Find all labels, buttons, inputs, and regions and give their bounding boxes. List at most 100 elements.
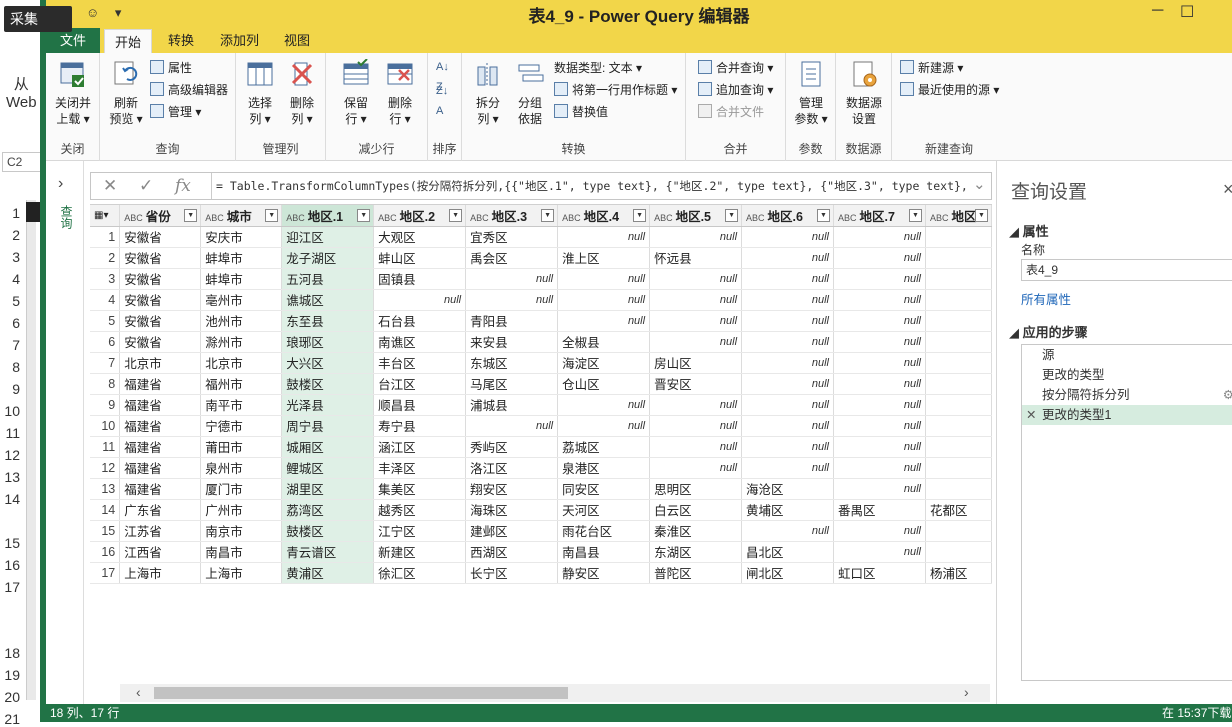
table-cell[interactable]: 集美区 (373, 478, 467, 500)
merge-queries-button[interactable]: 合并查询 ▾ (698, 58, 773, 78)
table-cell[interactable]: null (465, 268, 559, 290)
query-name-input[interactable]: 表4_9 (1021, 259, 1232, 281)
table-cell[interactable]: null (649, 436, 743, 458)
row-number[interactable]: 7 (90, 352, 121, 374)
table-cell[interactable]: 丰泽区 (373, 457, 467, 479)
table-cell[interactable]: 晋安区 (649, 373, 743, 395)
scroll-right-arrow[interactable]: › (964, 684, 969, 700)
table-cell[interactable]: 普陀区 (649, 562, 743, 584)
table-cell[interactable]: 蚌埠市 (200, 268, 283, 290)
table-cell[interactable]: null (833, 520, 926, 542)
maximize-button[interactable]: ☐ (1180, 2, 1194, 22)
table-cell[interactable]: 南昌市 (200, 541, 283, 563)
table-cell[interactable] (925, 520, 992, 542)
group-by-button[interactable]: 分组 依据 (510, 59, 550, 127)
expand-queries-button[interactable]: › (58, 175, 63, 193)
table-cell[interactable] (925, 394, 992, 416)
table-cell[interactable] (925, 247, 992, 269)
row-number[interactable]: 11 (90, 436, 121, 458)
column-header[interactable]: ABC 地区.7 ▼ (833, 205, 926, 227)
row-number[interactable]: 13 (90, 478, 121, 500)
table-cell[interactable] (925, 331, 992, 353)
table-cell[interactable]: 黄埔区 (741, 499, 834, 521)
column-header[interactable]: ABC 城市 ▼ (200, 205, 283, 227)
text-type-icon[interactable]: ABC (205, 213, 224, 223)
table-cell[interactable]: null (373, 289, 467, 311)
scrollbar-thumb[interactable] (154, 687, 568, 699)
queries-pane-label[interactable]: 查询 (58, 205, 75, 229)
applied-step[interactable]: 按分隔符拆分列 ⚙ (1022, 385, 1232, 405)
table-cell[interactable]: null (557, 310, 651, 332)
table-cell[interactable]: 安庆市 (200, 226, 283, 248)
table-cell[interactable]: null (557, 415, 651, 437)
table-cell[interactable]: 东湖区 (649, 541, 743, 563)
table-cell[interactable]: 厦门市 (200, 478, 283, 500)
table-cell[interactable]: 安徽省 (119, 226, 202, 248)
column-header[interactable]: ABC 地区.8 ▼ (925, 205, 992, 227)
table-cell[interactable]: null (741, 310, 834, 332)
table-cell[interactable]: null (741, 436, 834, 458)
table-cell[interactable]: 秦淮区 (649, 520, 743, 542)
table-cell[interactable]: null (833, 310, 926, 332)
table-cell[interactable]: 宜秀区 (465, 226, 559, 248)
tab-add-column[interactable]: 添加列 (210, 28, 269, 53)
table-cell[interactable]: null (649, 394, 743, 416)
text-type-icon[interactable]: ABC (654, 213, 673, 223)
table-cell[interactable]: null (741, 520, 834, 542)
table-cell[interactable]: 淮上区 (557, 247, 651, 269)
close-apply-button[interactable]: 关闭并 上载 ▾ (48, 59, 98, 127)
table-cell[interactable]: 白云区 (649, 499, 743, 521)
table-cell[interactable]: 宁德市 (200, 415, 283, 437)
row-number[interactable]: 2 (90, 247, 121, 269)
table-cell[interactable]: 顺昌县 (373, 394, 467, 416)
capture-badge[interactable]: 采集 (4, 6, 72, 32)
properties-button[interactable]: 属性 (150, 58, 192, 78)
table-cell[interactable]: null (649, 457, 743, 479)
new-source-button[interactable]: 新建源 ▾ (900, 58, 963, 78)
table-cell[interactable]: 荔湾区 (281, 499, 375, 521)
table-cell[interactable] (925, 457, 992, 479)
table-cell[interactable]: null (649, 268, 743, 290)
table-cell[interactable]: 江西省 (119, 541, 202, 563)
keep-rows-button[interactable]: 保留 行 ▾ (336, 58, 376, 127)
recent-sources-button[interactable]: 最近使用的源 ▾ (900, 80, 999, 100)
column-header[interactable]: ABC 地区.5 ▼ (649, 205, 743, 227)
tab-transform[interactable]: 转换 (158, 28, 204, 53)
table-cell[interactable]: null (833, 352, 926, 374)
table-cell[interactable]: 琅琊区 (281, 331, 375, 353)
manage-button[interactable]: 管理 ▾ (150, 102, 201, 122)
table-cell[interactable]: null (833, 415, 926, 437)
tab-view[interactable]: 视图 (274, 28, 320, 53)
table-cell[interactable]: 鼓楼区 (281, 373, 375, 395)
applied-steps-section[interactable]: ◢ 应用的步骤 (1009, 322, 1088, 341)
table-cell[interactable]: 龙子湖区 (281, 247, 375, 269)
table-cell[interactable]: 长宁区 (465, 562, 559, 584)
table-cell[interactable]: 福建省 (119, 394, 202, 416)
text-type-icon[interactable]: ABC (470, 213, 489, 223)
table-cell[interactable]: 周宁县 (281, 415, 375, 437)
column-header[interactable]: ABC 地区.6 ▼ (741, 205, 834, 227)
text-type-icon[interactable]: ABC (378, 213, 397, 223)
row-number[interactable]: 1 (90, 226, 121, 248)
table-cell[interactable]: 昌北区 (741, 541, 834, 563)
applied-step[interactable]: 源 (1022, 345, 1232, 365)
table-cell[interactable]: 江苏省 (119, 520, 202, 542)
table-menu-button[interactable]: ▦▾ (90, 205, 121, 227)
table-cell[interactable]: 海珠区 (465, 499, 559, 521)
table-cell[interactable]: 天河区 (557, 499, 651, 521)
table-cell[interactable]: null (649, 310, 743, 332)
table-cell[interactable]: 同安区 (557, 478, 651, 500)
tab-home[interactable]: 开始 (104, 29, 153, 54)
table-cell[interactable]: null (833, 226, 926, 248)
minimize-button[interactable]: ─ (1152, 2, 1163, 20)
confirm-formula-button[interactable]: ✓ (139, 176, 153, 196)
table-cell[interactable] (925, 289, 992, 311)
table-cell[interactable]: null (833, 331, 926, 353)
row-number[interactable]: 15 (90, 520, 121, 542)
row-number[interactable]: 10 (90, 415, 121, 437)
column-filter-icon[interactable]: ▼ (817, 209, 830, 222)
column-filter-icon[interactable]: ▼ (265, 209, 279, 222)
table-cell[interactable] (925, 352, 992, 374)
table-cell[interactable] (925, 436, 992, 458)
table-cell[interactable]: 江宁区 (373, 520, 467, 542)
